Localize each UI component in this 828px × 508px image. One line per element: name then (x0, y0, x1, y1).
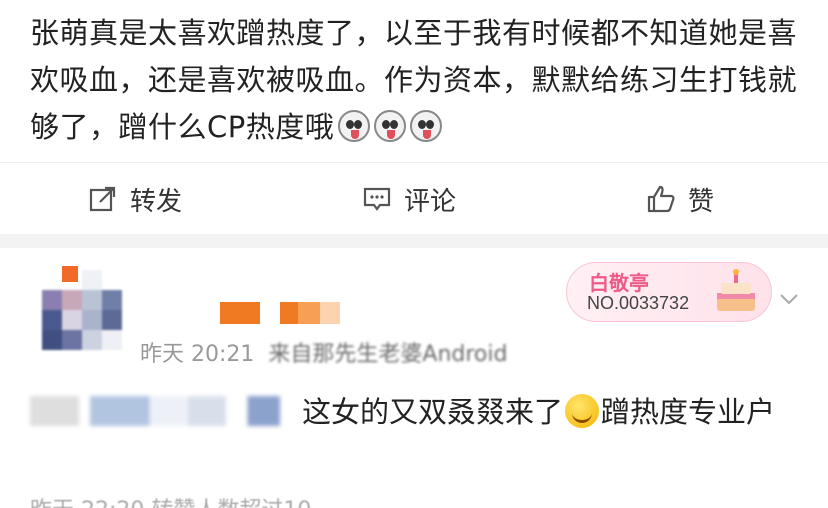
comment-body: 这女的又双叒叕来了 (302, 395, 564, 429)
smirk-icon (565, 394, 600, 428)
thumbs-up-icon (647, 185, 675, 213)
doge-icon (374, 110, 407, 142)
repost-label: 转发 (130, 186, 183, 217)
comment-label: 评论 (404, 186, 457, 217)
comment-meta: 昨天 20:21 来自那先生老婆Android (140, 336, 507, 368)
comment-button[interactable]: 评论 (362, 181, 456, 217)
cake-icon (717, 269, 755, 311)
repost-button[interactable]: 转发 (88, 181, 182, 217)
avatar[interactable] (42, 270, 122, 350)
chevron-down-icon[interactable] (778, 288, 800, 310)
reply-meta: 昨天 22:20 转赞人数超过10 (30, 492, 311, 508)
avatar-badge (62, 266, 78, 282)
like-button[interactable]: 赞 (646, 181, 714, 217)
comment-source[interactable]: 来自那先生老婆Android (268, 342, 507, 367)
doge-icon (338, 110, 371, 142)
section-divider (0, 234, 828, 248)
comment-item[interactable]: 昨天 20:21 来自那先生老婆Android 白敬亭 NO.0033732 这女… (0, 248, 828, 508)
post-action-bar: 转发 评论 赞 (0, 162, 828, 234)
fan-badge[interactable]: 白敬亭 NO.0033732 (566, 262, 772, 322)
comment-icon (363, 187, 391, 211)
post-text: 张萌真是太喜欢蹭热度了，以至于我有时候都不知道她是喜欢吸血，还是喜欢被吸血。作为… (30, 10, 800, 151)
comment-time: 昨天 20:21 (140, 342, 255, 367)
fan-badge-number: NO.0033732 (587, 293, 690, 313)
reply-mention-redacted[interactable] (30, 396, 302, 426)
comment-body-tail: 蹭热度专业户 (601, 395, 776, 429)
like-label: 赞 (688, 186, 715, 217)
comment-text: 这女的又双叒叕来了 蹭热度专业户 (30, 388, 800, 436)
fan-badge-title: 白敬亭 (589, 271, 649, 295)
repost-icon (89, 186, 116, 212)
doge-icon (410, 110, 443, 142)
